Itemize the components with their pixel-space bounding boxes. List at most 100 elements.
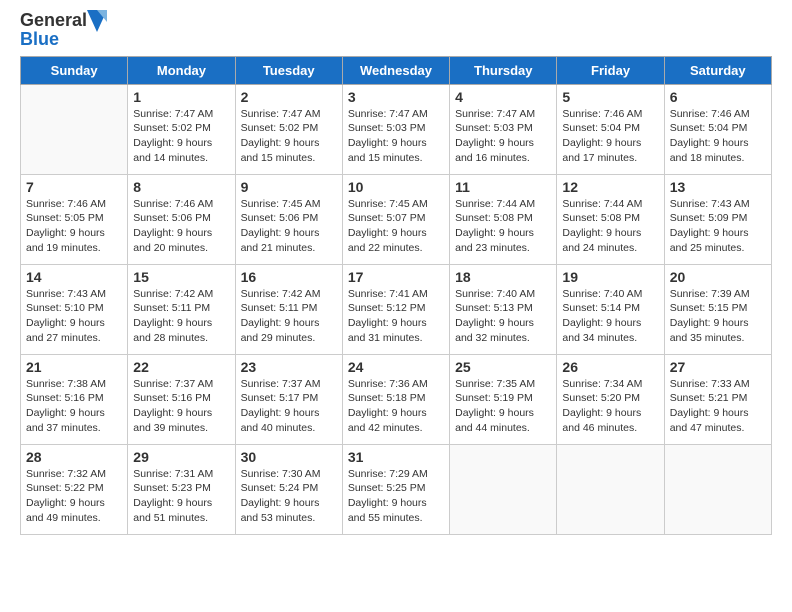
calendar-day-cell: 15 Sunrise: 7:42 AM Sunset: 5:11 PM Dayli… (128, 264, 235, 354)
day-info: Sunrise: 7:46 AM Sunset: 5:04 PM Dayligh… (562, 107, 658, 166)
logo-blue-text: Blue (20, 30, 107, 50)
day-number: 9 (241, 179, 337, 195)
day-number: 22 (133, 359, 229, 375)
day-number: 16 (241, 269, 337, 285)
day-number: 19 (562, 269, 658, 285)
day-number: 2 (241, 89, 337, 105)
day-info: Sunrise: 7:36 AM Sunset: 5:18 PM Dayligh… (348, 377, 444, 436)
day-info: Sunrise: 7:34 AM Sunset: 5:20 PM Dayligh… (562, 377, 658, 436)
day-number: 29 (133, 449, 229, 465)
day-info: Sunrise: 7:47 AM Sunset: 5:03 PM Dayligh… (348, 107, 444, 166)
day-number: 23 (241, 359, 337, 375)
calendar-day-cell: 16 Sunrise: 7:42 AM Sunset: 5:11 PM Dayli… (235, 264, 342, 354)
calendar-day-cell: 2 Sunrise: 7:47 AM Sunset: 5:02 PM Daylig… (235, 84, 342, 174)
day-number: 20 (670, 269, 766, 285)
day-info: Sunrise: 7:31 AM Sunset: 5:23 PM Dayligh… (133, 467, 229, 526)
day-info: Sunrise: 7:45 AM Sunset: 5:06 PM Dayligh… (241, 197, 337, 256)
calendar-day-cell: 29 Sunrise: 7:31 AM Sunset: 5:23 PM Dayli… (128, 444, 235, 534)
day-info: Sunrise: 7:29 AM Sunset: 5:25 PM Dayligh… (348, 467, 444, 526)
weekday-header: Wednesday (342, 56, 449, 84)
day-number: 6 (670, 89, 766, 105)
weekday-header: Saturday (664, 56, 771, 84)
calendar-day-cell: 24 Sunrise: 7:36 AM Sunset: 5:18 PM Dayli… (342, 354, 449, 444)
calendar-day-cell: 7Sunrise: 7:46 AM Sunset: 5:05 PM Daylig… (21, 174, 128, 264)
day-number: 7 (26, 179, 122, 195)
calendar-day-cell: 5 Sunrise: 7:46 AM Sunset: 5:04 PM Daylig… (557, 84, 664, 174)
calendar-day-cell (557, 444, 664, 534)
calendar-day-cell: 20 Sunrise: 7:39 AM Sunset: 5:15 PM Dayli… (664, 264, 771, 354)
calendar-day-cell: 25Sunrise: 7:35 AM Sunset: 5:19 PM Dayli… (450, 354, 557, 444)
calendar-day-cell: 14 Sunrise: 7:43 AM Sunset: 5:10 PM Dayli… (21, 264, 128, 354)
day-info: Sunrise: 7:46 AM Sunset: 5:04 PM Dayligh… (670, 107, 766, 166)
weekday-header: Thursday (450, 56, 557, 84)
day-number: 26 (562, 359, 658, 375)
calendar-day-cell: 28 Sunrise: 7:32 AM Sunset: 5:22 PM Dayli… (21, 444, 128, 534)
day-number: 31 (348, 449, 444, 465)
calendar-header-row: SundayMondayTuesdayWednesdayThursdayFrid… (21, 56, 772, 84)
day-number: 24 (348, 359, 444, 375)
page-container: GeneralBlue SundayMondayTuesdayWednesday… (0, 0, 792, 555)
calendar-week-row: 14 Sunrise: 7:43 AM Sunset: 5:10 PM Dayli… (21, 264, 772, 354)
day-info: Sunrise: 7:37 AM Sunset: 5:17 PM Dayligh… (241, 377, 337, 436)
day-info: Sunrise: 7:42 AM Sunset: 5:11 PM Dayligh… (133, 287, 229, 346)
day-info: Sunrise: 7:47 AM Sunset: 5:02 PM Dayligh… (133, 107, 229, 166)
day-info: Sunrise: 7:42 AM Sunset: 5:11 PM Dayligh… (241, 287, 337, 346)
day-info: Sunrise: 7:43 AM Sunset: 5:09 PM Dayligh… (670, 197, 766, 256)
calendar-week-row: 28 Sunrise: 7:32 AM Sunset: 5:22 PM Dayli… (21, 444, 772, 534)
calendar-day-cell: 11Sunrise: 7:44 AM Sunset: 5:08 PM Dayli… (450, 174, 557, 264)
calendar-day-cell: 12 Sunrise: 7:44 AM Sunset: 5:08 PM Dayli… (557, 174, 664, 264)
day-info: Sunrise: 7:41 AM Sunset: 5:12 PM Dayligh… (348, 287, 444, 346)
calendar-day-cell: 21Sunrise: 7:38 AM Sunset: 5:16 PM Dayli… (21, 354, 128, 444)
day-info: Sunrise: 7:33 AM Sunset: 5:21 PM Dayligh… (670, 377, 766, 436)
weekday-header: Tuesday (235, 56, 342, 84)
calendar-day-cell: 8 Sunrise: 7:46 AM Sunset: 5:06 PM Daylig… (128, 174, 235, 264)
calendar-day-cell: 19Sunrise: 7:40 AM Sunset: 5:14 PM Dayli… (557, 264, 664, 354)
calendar-day-cell: 30 Sunrise: 7:30 AM Sunset: 5:24 PM Dayli… (235, 444, 342, 534)
day-number: 27 (670, 359, 766, 375)
calendar-day-cell (450, 444, 557, 534)
day-number: 4 (455, 89, 551, 105)
day-info: Sunrise: 7:43 AM Sunset: 5:10 PM Dayligh… (26, 287, 122, 346)
logo-triangle-icon (87, 10, 107, 32)
calendar-week-row: 21Sunrise: 7:38 AM Sunset: 5:16 PM Dayli… (21, 354, 772, 444)
day-info: Sunrise: 7:47 AM Sunset: 5:03 PM Dayligh… (455, 107, 551, 166)
day-info: Sunrise: 7:45 AM Sunset: 5:07 PM Dayligh… (348, 197, 444, 256)
calendar-day-cell: 26 Sunrise: 7:34 AM Sunset: 5:20 PM Dayli… (557, 354, 664, 444)
day-info: Sunrise: 7:39 AM Sunset: 5:15 PM Dayligh… (670, 287, 766, 346)
day-info: Sunrise: 7:30 AM Sunset: 5:24 PM Dayligh… (241, 467, 337, 526)
calendar-day-cell: 31 Sunrise: 7:29 AM Sunset: 5:25 PM Dayli… (342, 444, 449, 534)
day-info: Sunrise: 7:32 AM Sunset: 5:22 PM Dayligh… (26, 467, 122, 526)
day-number: 21 (26, 359, 122, 375)
day-number: 8 (133, 179, 229, 195)
day-number: 14 (26, 269, 122, 285)
day-number: 1 (133, 89, 229, 105)
calendar-day-cell: 9 Sunrise: 7:45 AM Sunset: 5:06 PM Daylig… (235, 174, 342, 264)
weekday-header: Sunday (21, 56, 128, 84)
calendar-day-cell: 17Sunrise: 7:41 AM Sunset: 5:12 PM Dayli… (342, 264, 449, 354)
day-number: 30 (241, 449, 337, 465)
day-number: 25 (455, 359, 551, 375)
day-info: Sunrise: 7:46 AM Sunset: 5:06 PM Dayligh… (133, 197, 229, 256)
calendar-day-cell: 18Sunrise: 7:40 AM Sunset: 5:13 PM Dayli… (450, 264, 557, 354)
calendar-day-cell (21, 84, 128, 174)
logo-general-text: General (20, 11, 87, 31)
calendar-day-cell: 3Sunrise: 7:47 AM Sunset: 5:03 PM Daylig… (342, 84, 449, 174)
calendar-day-cell: 13Sunrise: 7:43 AM Sunset: 5:09 PM Dayli… (664, 174, 771, 264)
day-number: 5 (562, 89, 658, 105)
calendar-week-row: 1 Sunrise: 7:47 AM Sunset: 5:02 PM Daylig… (21, 84, 772, 174)
day-number: 15 (133, 269, 229, 285)
calendar-day-cell: 27 Sunrise: 7:33 AM Sunset: 5:21 PM Dayli… (664, 354, 771, 444)
calendar-table: SundayMondayTuesdayWednesdayThursdayFrid… (20, 56, 772, 535)
day-info: Sunrise: 7:44 AM Sunset: 5:08 PM Dayligh… (455, 197, 551, 256)
day-number: 28 (26, 449, 122, 465)
day-info: Sunrise: 7:47 AM Sunset: 5:02 PM Dayligh… (241, 107, 337, 166)
calendar-day-cell (664, 444, 771, 534)
calendar-day-cell: 6 Sunrise: 7:46 AM Sunset: 5:04 PM Daylig… (664, 84, 771, 174)
calendar-day-cell: 4 Sunrise: 7:47 AM Sunset: 5:03 PM Daylig… (450, 84, 557, 174)
day-number: 12 (562, 179, 658, 195)
day-number: 10 (348, 179, 444, 195)
day-info: Sunrise: 7:40 AM Sunset: 5:13 PM Dayligh… (455, 287, 551, 346)
day-info: Sunrise: 7:44 AM Sunset: 5:08 PM Dayligh… (562, 197, 658, 256)
logo: GeneralBlue (20, 10, 107, 50)
calendar-day-cell: 22Sunrise: 7:37 AM Sunset: 5:16 PM Dayli… (128, 354, 235, 444)
